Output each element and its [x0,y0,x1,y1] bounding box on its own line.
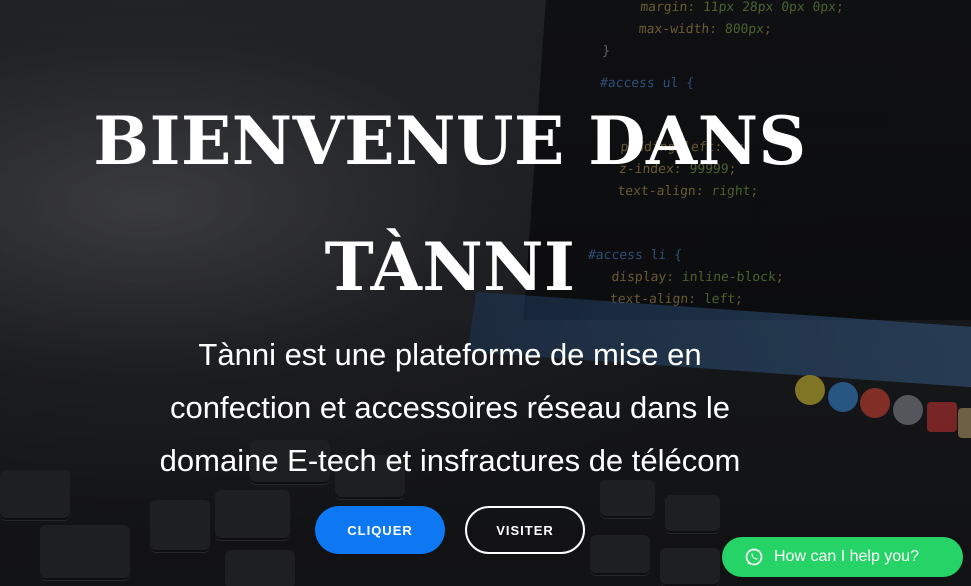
chat-label: How can I help you? [774,548,919,565]
hero-subtitle: Tànni est une plateforme de mise en conf… [70,328,830,487]
hero-title: BIENVENUE DANS TÀNNI [0,78,900,330]
cliquer-button[interactable]: CLIQUER [315,506,445,554]
whatsapp-icon [745,548,763,566]
visiter-button[interactable]: VISITER [465,506,585,554]
hero-title-line1: BIENVENUE DANS [93,102,807,180]
hero-subtitle-line1: Tànni est une plateforme de mise en [198,337,702,372]
whatsapp-chat-button[interactable]: How can I help you? [722,537,963,577]
hero-subtitle-line3: domaine E-tech et insfractures de téléco… [159,443,741,478]
hero-title-line2: TÀNNI [324,228,576,306]
hero-subtitle-line2: confection et accessoires réseau dans le [169,390,731,425]
